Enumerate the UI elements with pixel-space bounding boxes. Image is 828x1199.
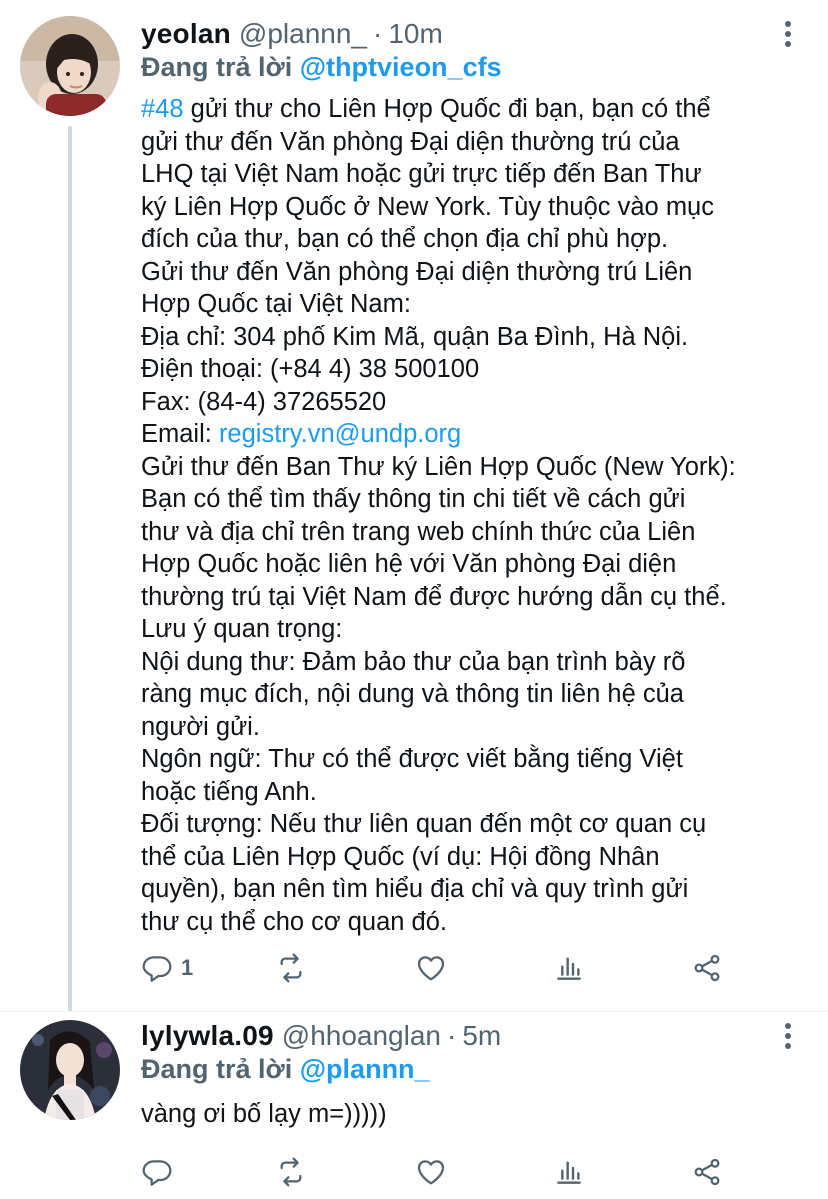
tweet-1[interactable]: yeolan @plannn_ · 10m Đang trả lời @thpt… <box>0 0 828 1012</box>
tweet-text-line: Đối tượng: Nếu thư liên quan đến một cơ … <box>141 810 707 838</box>
tweet-text-line: Gửi thư đến Văn phòng Đại diện thường tr… <box>141 257 693 286</box>
tweet-text-line: Ngôn ngữ: Thư có thể được viết bằng tiến… <box>141 745 683 773</box>
email-label: Email: <box>141 420 219 448</box>
display-name[interactable]: yeolan <box>141 18 231 50</box>
more-icon[interactable] <box>778 1016 798 1056</box>
reply-button[interactable]: 1 <box>141 946 193 990</box>
profile-photo-icon <box>20 16 120 116</box>
user-handle[interactable]: @hhoanglan <box>282 1020 441 1052</box>
tweet-text-line: Nội dung thư: Đảm bảo thư của bạn trình … <box>141 647 686 676</box>
hashtag-link[interactable]: #48 <box>141 95 184 123</box>
tweet-text-line: LHQ tại Việt Nam hoặc gửi trực tiếp đến … <box>141 160 702 188</box>
tweet-actions: 1 <box>141 946 741 990</box>
tweet-header: lylywla.09 @hhoanglan · 5m <box>141 1016 501 1056</box>
reply-icon <box>142 1160 172 1186</box>
views-button[interactable] <box>553 946 585 990</box>
tweet-text-line: hoặc tiếng Anh. <box>141 777 317 806</box>
tweet-text: #48 gửi thư cho Liên Hợp Quốc đi bạn, bạ… <box>141 93 811 938</box>
tweet-text-line: vàng ơi bố lạy m=))))) <box>141 1100 387 1128</box>
replying-to: Đang trả lời @thptvieon_cfs <box>141 52 502 83</box>
share-icon <box>694 954 720 982</box>
tweet-text-line: người gửi. <box>141 712 260 741</box>
tweet-actions <box>141 1150 741 1194</box>
reply-mention-link[interactable]: @plannn_ <box>300 1054 430 1084</box>
tweet-text-line: thường trú tại Việt Nam để được hướng dẫ… <box>141 582 727 611</box>
tweet-text-line: thể của Liên Hợp Quốc (ví dụ: Hội đồng N… <box>141 842 660 871</box>
tweet-text-line: thư và địa chỉ trên trang web chính thức… <box>141 517 696 546</box>
reply-mention-link[interactable]: @thptvieon_cfs <box>300 52 502 82</box>
display-name[interactable]: lylywla.09 <box>141 1020 274 1052</box>
tweet-text-line: Lưu ý quan trọng: <box>141 615 343 643</box>
tweet-text-line: Fax: (84-4) 37265520 <box>141 387 387 416</box>
timestamp[interactable]: 5m <box>462 1020 501 1052</box>
tweet-text-line: Bạn có thể tìm thấy thông tin chi tiết v… <box>141 485 686 513</box>
reply-prefix: Đang trả lời <box>141 1054 293 1084</box>
email-link[interactable]: registry.vn@undp.org <box>219 420 461 448</box>
reply-count: 1 <box>181 955 194 980</box>
reply-icon <box>142 956 172 982</box>
thread-connector <box>68 126 72 1012</box>
tweet-text-line: đích của thư, bạn có thể chọn địa chỉ ph… <box>141 225 669 253</box>
views-button[interactable] <box>553 1150 585 1194</box>
tweet-text-line: gửi thư cho Liên Hợp Quốc đi bạn, bạn có… <box>183 95 711 123</box>
timestamp[interactable]: 10m <box>388 18 442 50</box>
tweet-text: vàng ơi bố lạy m=))))) <box>141 1098 811 1131</box>
separator: · <box>447 1020 457 1051</box>
user-handle[interactable]: @plannn_ <box>239 18 367 50</box>
tweet-text-line: Địa chỉ: 304 phố Kim Mã, quận Ba Đình, H… <box>141 322 689 351</box>
retweet-button[interactable] <box>275 1150 307 1194</box>
tweet-text-line: quyền), bạn nên tìm hiểu địa chỉ và quy … <box>141 875 689 903</box>
views-icon <box>557 1161 581 1184</box>
like-button[interactable] <box>415 1150 447 1194</box>
replying-to: Đang trả lời @plannn_ <box>141 1054 430 1085</box>
tweet-header: yeolan @plannn_ · 10m <box>141 14 443 54</box>
retweet-icon <box>280 1157 302 1187</box>
tweet-2[interactable]: lylywla.09 @hhoanglan · 5m Đang trả lời … <box>0 1012 828 1199</box>
tweet-text-line: Hợp Quốc tại Việt Nam: <box>141 290 411 318</box>
like-icon <box>417 956 445 981</box>
views-icon <box>557 957 581 980</box>
avatar[interactable] <box>20 1020 120 1120</box>
reply-button[interactable] <box>141 1150 181 1194</box>
share-icon <box>694 1158 720 1186</box>
tweet-text-line: Hợp Quốc hoặc liên hệ với Văn phòng Đại … <box>141 550 677 578</box>
like-button[interactable] <box>415 946 447 990</box>
tweet-text-line: ký Liên Hợp Quốc ở New York. Tùy thuộc v… <box>141 192 714 221</box>
separator: · <box>372 18 383 49</box>
reply-prefix: Đang trả lời <box>141 52 293 82</box>
avatar[interactable] <box>20 16 120 116</box>
retweet-icon <box>280 953 302 983</box>
more-icon[interactable] <box>778 14 798 54</box>
share-button[interactable] <box>691 1150 723 1194</box>
like-icon <box>417 1160 445 1185</box>
retweet-button[interactable] <box>275 946 307 990</box>
tweet-text-line: gửi thư đến Văn phòng Đại diện thường tr… <box>141 127 680 156</box>
tweet-text-line: ràng mục đích, nội dung và thông tin liê… <box>141 680 684 708</box>
tweet-text-line: Gửi thư đến Ban Thư ký Liên Hợp Quốc (Ne… <box>141 452 736 481</box>
share-button[interactable] <box>691 946 723 990</box>
tweet-text-line: Điện thoại: (+84 4) 38 500100 <box>141 355 480 383</box>
tweet-text-line: thư cụ thể cho cơ quan đó. <box>141 907 447 936</box>
profile-photo-icon <box>20 1020 120 1120</box>
